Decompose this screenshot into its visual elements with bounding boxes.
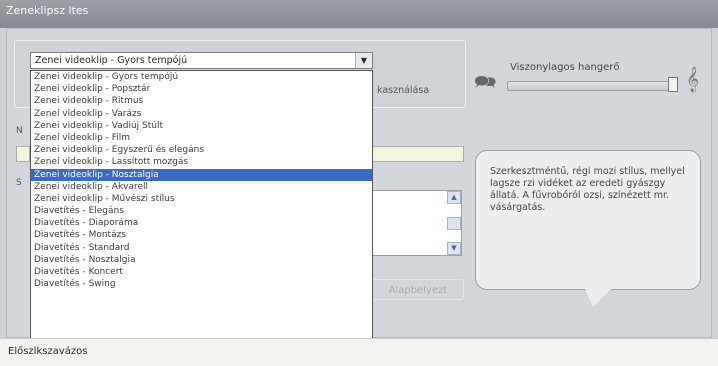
dropdown-option[interactable]: Diavetítés - Standard xyxy=(31,242,372,254)
dropdown-option[interactable]: Zenei videoklip - Akvarell xyxy=(31,181,372,193)
dropdown-option[interactable]: Zenei videoklip - Művészi stílus xyxy=(31,193,372,205)
dropdown-option[interactable]: Zenei videoklip - Gyors tempójú xyxy=(31,71,372,83)
dropdown-option[interactable]: Zenei videoklip - Ritmus xyxy=(31,95,372,107)
dropdown-option[interactable]: Diavetítés - Swing xyxy=(31,278,372,290)
bubble-tail xyxy=(585,289,611,307)
reset-button[interactable]: Alapbelyezt xyxy=(372,279,464,300)
style-dropdown-list[interactable]: Zenei videoklip - Gyors tempójú Zenei vid… xyxy=(30,70,373,342)
dropdown-option[interactable]: Zenei videoklip - Lassított mozgás xyxy=(31,156,372,168)
speech-icon: 🗪 xyxy=(474,72,497,93)
music-note-icon: 𝄞 xyxy=(686,67,700,92)
dropdown-option[interactable]: Zenei videoklip - Varázs xyxy=(31,108,372,120)
field-label-fragment-2: S xyxy=(16,178,22,188)
title-input[interactable] xyxy=(372,146,464,162)
dropdown-option[interactable]: Diavetítés - Nosztalgia xyxy=(31,254,372,266)
window-title: Zeneklipsz ltes xyxy=(0,0,718,28)
status-bar: Előszlkszavázos xyxy=(0,338,718,366)
dropdown-option[interactable]: Diavetítés - Diaporáma xyxy=(31,217,372,229)
title-input-edge[interactable] xyxy=(16,146,30,162)
volume-slider-handle[interactable] xyxy=(668,77,678,92)
dropdown-option[interactable]: Diavetítés - Elegáns xyxy=(31,205,372,217)
style-description: Szerkesztméntű, régi mozi stílus, mellye… xyxy=(490,166,685,213)
volume-label: Viszonylagos hangerő xyxy=(510,62,620,73)
usage-label: kasználása xyxy=(377,85,430,96)
style-select-value: Zenei videoklip - Gyors tempójú xyxy=(35,55,188,66)
field-label-fragment: N xyxy=(16,126,23,136)
volume-slider[interactable] xyxy=(507,81,675,91)
scroll-down-icon[interactable]: ▼ xyxy=(447,242,461,255)
dropdown-option[interactable]: Zenei videoklip - Vadiúj Stúlt xyxy=(31,120,372,132)
dropdown-option[interactable]: Zenei videoklip - Egyszerű és elegáns xyxy=(31,144,372,156)
scroll-up-icon[interactable]: ▲ xyxy=(447,191,461,204)
section-list[interactable]: ▲ ▼ xyxy=(372,190,462,256)
dropdown-option[interactable]: Zenei videoklip - Film xyxy=(31,132,372,144)
scrollbar-thumb[interactable] xyxy=(447,217,461,230)
dropdown-option[interactable]: Diavetítés - Koncert xyxy=(31,266,372,278)
dropdown-option[interactable]: Zenei videoklip - Popsztár xyxy=(31,83,372,95)
dropdown-option[interactable]: Diavetítés - Montázs xyxy=(31,229,372,241)
style-select[interactable]: Zenei videoklip - Gyors tempójú ▼ xyxy=(30,52,373,69)
dropdown-option[interactable]: Zenei videoklip - Nosztalgia xyxy=(31,168,372,181)
chevron-down-icon[interactable]: ▼ xyxy=(355,53,372,68)
